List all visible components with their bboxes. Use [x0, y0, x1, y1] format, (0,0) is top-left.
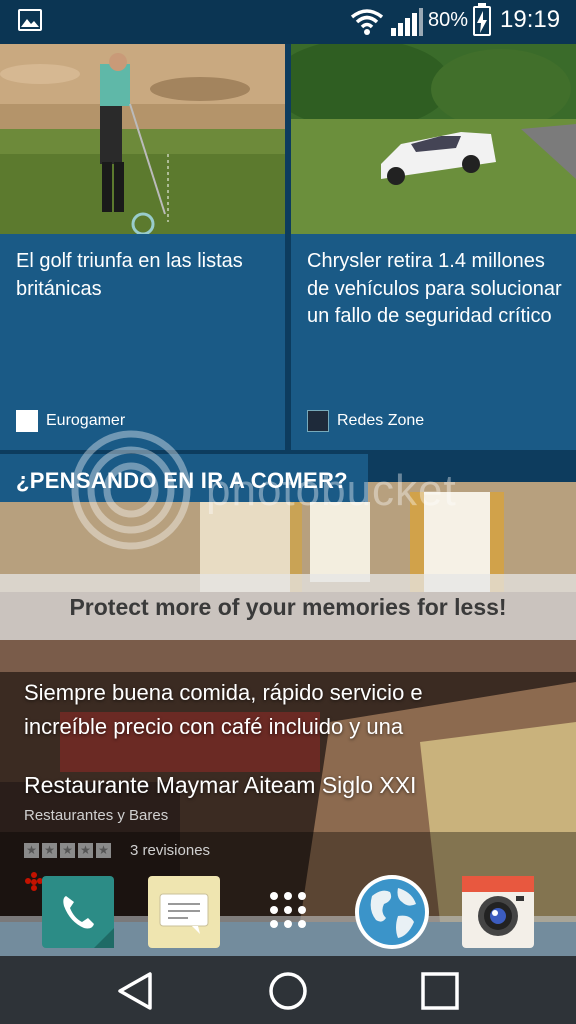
- star-icon: ★: [24, 843, 39, 858]
- redes-zone-logo: [307, 410, 329, 432]
- app-drawer-icon[interactable]: [252, 876, 324, 948]
- news-source: Redes Zone: [307, 410, 424, 432]
- star-icon: ★: [42, 843, 57, 858]
- wifi-icon: [350, 9, 384, 35]
- rating-stars: ★ ★ ★ ★ ★: [24, 843, 111, 858]
- star-icon: ★: [96, 843, 111, 858]
- news-source: Eurogamer: [16, 410, 125, 432]
- section-title: ¿PENSANDO EN IR A COMER?: [16, 468, 348, 493]
- signal-icon: [391, 8, 423, 36]
- news-title: Chrysler retira 1.4 millones de vehículo…: [307, 250, 562, 327]
- news-card-chrysler[interactable]: Chrysler retira 1.4 millones de vehículo…: [291, 44, 576, 450]
- star-icon: ★: [78, 843, 93, 858]
- navigation-bar: [0, 956, 576, 1024]
- news-title: El golf triunfa en las listas británicas: [16, 250, 243, 300]
- news-feed: El golf triunfa en las listas británicas…: [0, 44, 576, 452]
- jeep-image: [291, 44, 576, 234]
- recents-button[interactable]: [419, 970, 461, 1012]
- watermark-banner-text: Protect more of your memories for less!: [69, 594, 507, 620]
- phone-icon[interactable]: [42, 876, 114, 948]
- source-name: Eurogamer: [46, 412, 126, 429]
- section-header: ¿PENSANDO EN IR A COMER?: [0, 454, 368, 502]
- battery-charging-icon: [473, 3, 491, 36]
- gallery-icon: [18, 9, 42, 31]
- clock: 19:19: [500, 6, 561, 33]
- eurogamer-logo: [16, 410, 38, 432]
- source-name: Redes Zone: [337, 412, 425, 429]
- golf-image: [0, 44, 285, 234]
- star-icon: ★: [60, 843, 75, 858]
- news-card-golf[interactable]: El golf triunfa en las listas británicas…: [0, 44, 285, 450]
- watermark-banner: Protect more of your memories for less!: [0, 574, 576, 640]
- home-button[interactable]: [267, 970, 309, 1012]
- restaurant-description: Siempre buena comida, rápido servicio e …: [24, 680, 423, 739]
- restaurant-name[interactable]: Restaurante Maymar Aiteam Siglo XXI: [24, 772, 416, 799]
- restaurant-card[interactable]: ¿PENSANDO EN IR A COMER? Protect more of…: [0, 452, 576, 922]
- browser-globe-icon[interactable]: [354, 874, 430, 950]
- status-bar: 80% 19:19: [0, 0, 576, 44]
- app-dock: [0, 870, 576, 956]
- battery-percent: 80%: [428, 9, 469, 31]
- camera-icon[interactable]: [462, 876, 534, 948]
- back-button[interactable]: [114, 970, 156, 1012]
- review-count: 3 revisiones: [130, 842, 211, 859]
- messaging-icon[interactable]: [148, 876, 220, 948]
- restaurant-category: Restaurantes y Bares: [24, 807, 169, 824]
